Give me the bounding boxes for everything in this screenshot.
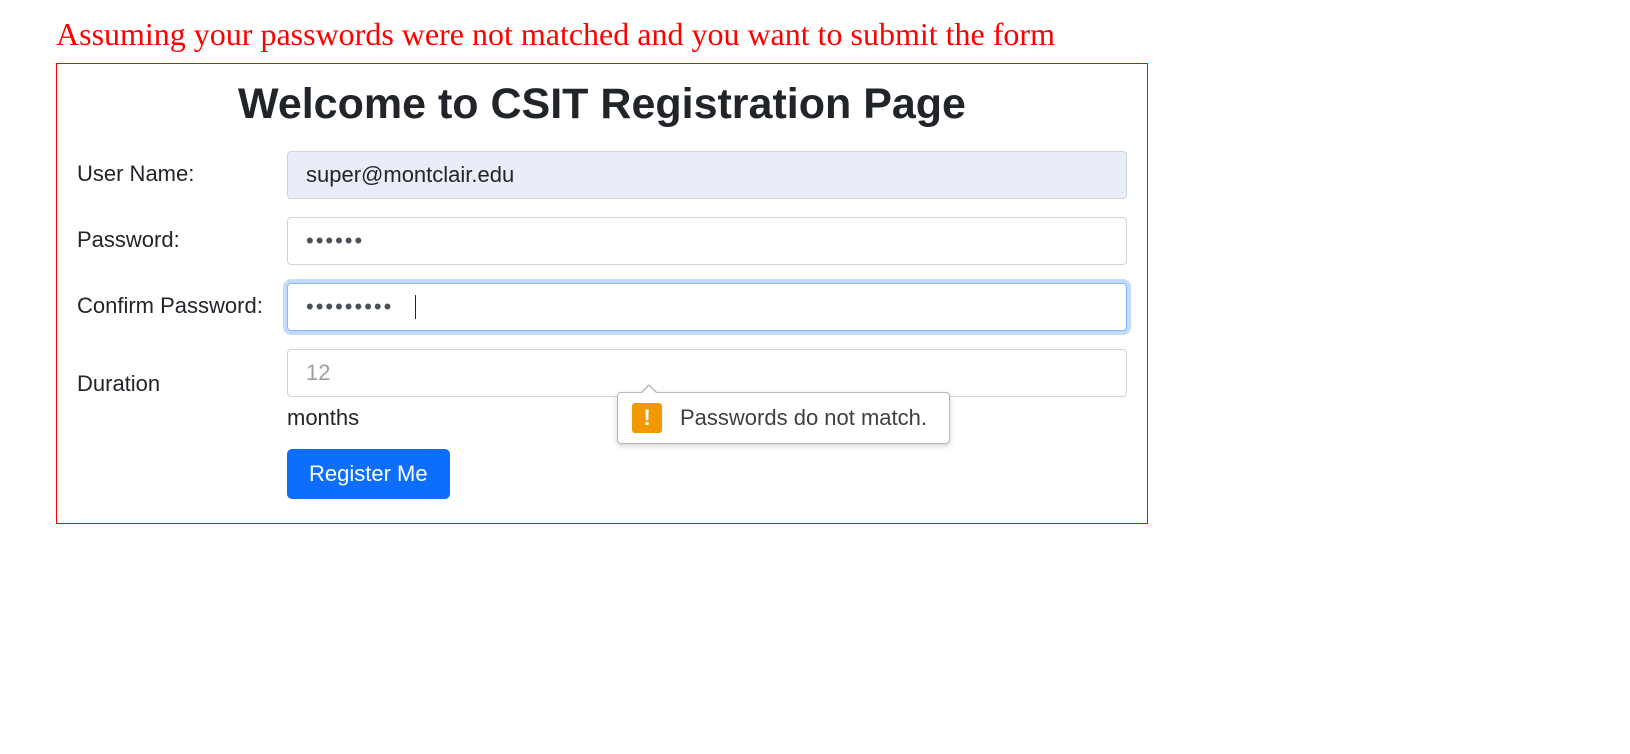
registration-form-container: Welcome to CSIT Registration Page User N… <box>56 63 1148 524</box>
password-input[interactable] <box>287 217 1127 265</box>
row-submit: Register Me <box>77 449 1127 499</box>
confirm-password-input[interactable] <box>287 283 1127 331</box>
duration-label: Duration <box>77 349 287 399</box>
username-input[interactable] <box>287 151 1127 199</box>
duration-input[interactable] <box>287 349 1127 397</box>
row-confirm-password: Confirm Password: <box>77 283 1127 331</box>
password-label: Password: <box>77 217 287 255</box>
row-password: Password: <box>77 217 1127 265</box>
row-username: User Name: <box>77 151 1127 199</box>
username-label: User Name: <box>77 151 287 189</box>
submit-spacer <box>77 449 287 457</box>
register-button[interactable]: Register Me <box>287 449 450 499</box>
confirm-password-label: Confirm Password: <box>77 283 287 321</box>
instruction-text: Assuming your passwords were not matched… <box>0 0 1630 63</box>
text-caret <box>415 295 416 319</box>
duration-help-text: months <box>287 405 1127 431</box>
page-title: Welcome to CSIT Registration Page <box>77 80 1127 129</box>
row-duration: Duration months <box>77 349 1127 431</box>
